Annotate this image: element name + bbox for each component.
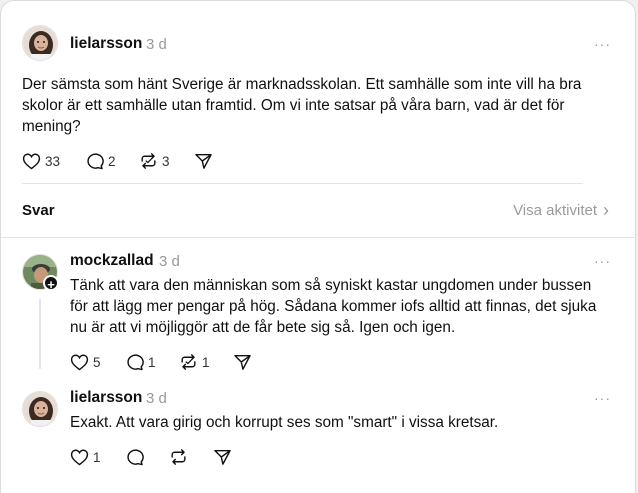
follow-badge[interactable]: + bbox=[43, 275, 59, 292]
repost-button[interactable]: 1 bbox=[179, 353, 210, 371]
like-count: 33 bbox=[45, 153, 61, 169]
comment-button[interactable] bbox=[125, 448, 144, 466]
like-count: 5 bbox=[93, 354, 101, 370]
send-icon bbox=[195, 153, 212, 169]
chevron-right-icon: › bbox=[603, 200, 609, 220]
post-text: Der sämsta som hänt Sverige är marknadss… bbox=[22, 76, 582, 135]
like-button[interactable]: 33 bbox=[22, 152, 60, 170]
heart-icon bbox=[22, 153, 41, 170]
comment-icon bbox=[87, 153, 104, 170]
reply-text: Tänk att vara den människan som så synis… bbox=[70, 277, 597, 336]
thread-card: lielarsson 3 d ··· Der sämsta som hänt S… bbox=[0, 0, 636, 493]
replies-label: Svar bbox=[22, 202, 55, 219]
more-icon[interactable]: ··· bbox=[594, 390, 611, 406]
send-icon bbox=[234, 354, 251, 370]
reply-time: 3 d bbox=[146, 390, 167, 407]
share-button[interactable] bbox=[233, 353, 252, 371]
avatar-lielarsson[interactable] bbox=[22, 391, 58, 427]
more-icon[interactable]: ··· bbox=[594, 253, 611, 269]
send-icon bbox=[214, 449, 231, 465]
divider-full bbox=[1, 237, 635, 238]
comment-icon bbox=[127, 449, 144, 466]
share-button[interactable] bbox=[194, 152, 213, 170]
repost-count: 3 bbox=[162, 153, 170, 169]
reply-username[interactable]: mockzallad bbox=[70, 252, 154, 270]
repost-button[interactable] bbox=[169, 448, 188, 466]
comment-button[interactable]: 2 bbox=[85, 152, 116, 170]
reply-time: 3 d bbox=[159, 253, 180, 270]
activity-link[interactable]: Visa aktivitet › bbox=[513, 200, 609, 220]
comment-button[interactable]: 1 bbox=[125, 353, 156, 371]
comment-count: 2 bbox=[108, 153, 116, 169]
more-icon[interactable]: ··· bbox=[594, 36, 611, 52]
repost-button[interactable]: 3 bbox=[139, 152, 170, 170]
heart-icon bbox=[70, 449, 89, 466]
share-button[interactable] bbox=[213, 448, 232, 466]
reply-username[interactable]: lielarsson bbox=[70, 389, 142, 407]
repost-icon bbox=[181, 354, 196, 370]
activity-link-label: Visa aktivitet bbox=[513, 202, 597, 219]
thread-line bbox=[39, 299, 41, 369]
repost-count: 1 bbox=[202, 354, 210, 370]
post-time: 3 d bbox=[146, 36, 167, 53]
divider bbox=[22, 183, 583, 184]
reply-text: Exakt. Att vara girig och korrupt ses so… bbox=[70, 414, 499, 431]
repost-icon bbox=[141, 153, 156, 169]
like-count: 1 bbox=[93, 449, 101, 465]
heart-icon bbox=[70, 354, 89, 371]
like-button[interactable]: 1 bbox=[70, 448, 101, 466]
post-username[interactable]: lielarsson bbox=[70, 35, 142, 53]
comment-icon bbox=[127, 354, 144, 371]
comment-count: 1 bbox=[148, 354, 156, 370]
repost-icon bbox=[171, 449, 186, 465]
avatar-lielarsson[interactable] bbox=[22, 25, 58, 61]
like-button[interactable]: 5 bbox=[70, 353, 101, 371]
